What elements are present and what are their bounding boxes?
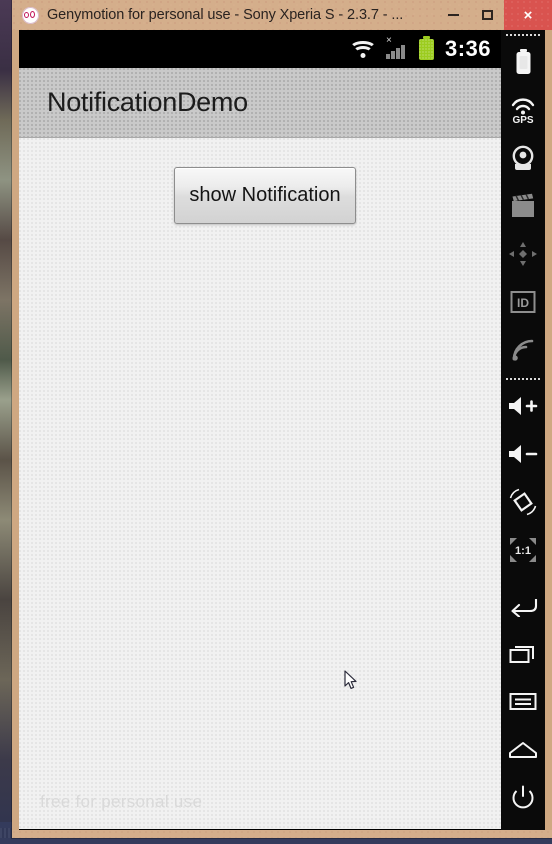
- recent-apps-icon[interactable]: [501, 630, 545, 678]
- svg-text:1:1: 1:1: [515, 545, 531, 557]
- scale-one-to-one-icon[interactable]: 1:1: [501, 526, 545, 574]
- app-action-bar: NotificationDemo: [19, 68, 501, 138]
- identifiers-icon[interactable]: ID: [501, 278, 545, 326]
- window-titlebar[interactable]: Genymotion for personal use - Sony Xperi…: [12, 0, 552, 30]
- menu-icon[interactable]: [501, 678, 545, 726]
- mouse-cursor: [344, 670, 358, 690]
- close-button[interactable]: ×: [504, 0, 552, 30]
- back-navigation-icon[interactable]: [501, 582, 545, 630]
- battery-full-icon: [418, 35, 434, 60]
- genymotion-logo-icon: [22, 6, 39, 24]
- pan-move-icon[interactable]: [501, 230, 545, 278]
- android-status-bar: × 3:36: [19, 30, 501, 68]
- volume-down-icon[interactable]: [501, 430, 545, 478]
- show-notification-button[interactable]: show Notification: [174, 167, 356, 224]
- home-icon[interactable]: [501, 726, 545, 774]
- page-title: NotificationDemo: [47, 87, 248, 117]
- genymotion-watermark: free for personal use: [40, 792, 203, 811]
- emulator-area: × 3:36 NotificationDemo show Notificatio: [19, 30, 545, 830]
- maximize-button[interactable]: [470, 0, 504, 30]
- volume-up-icon[interactable]: [501, 382, 545, 430]
- rotate-screen-icon[interactable]: [501, 478, 545, 526]
- desktop-wallpaper-strip: [0, 0, 12, 844]
- battery-widget-icon[interactable]: [501, 38, 545, 86]
- signal-cross-badge: ×: [385, 35, 392, 46]
- svg-text:ID: ID: [517, 296, 529, 310]
- window-controls: ×: [436, 0, 552, 30]
- wifi-icon: [348, 40, 377, 58]
- signal-no-sim-icon: ×: [385, 35, 408, 59]
- android-screen[interactable]: × 3:36 NotificationDemo show Notificatio: [19, 30, 501, 830]
- toolbar-separator-mid: [506, 378, 540, 380]
- gps-widget-icon[interactable]: GPS: [501, 86, 545, 134]
- video-capture-icon[interactable]: [501, 182, 545, 230]
- genymotion-window: Genymotion for personal use - Sony Xperi…: [12, 0, 552, 838]
- app-content: show Notification free for personal use: [19, 138, 501, 829]
- status-bar-clock: 3:36: [444, 36, 491, 61]
- window-title: Genymotion for personal use - Sony Xperi…: [47, 7, 404, 23]
- minimize-button[interactable]: [436, 0, 470, 30]
- genymotion-toolbar: GPS ID 1:1: [501, 30, 545, 830]
- power-icon[interactable]: [501, 774, 545, 822]
- toolbar-separator-top: [506, 34, 540, 36]
- screenshot-root: Genymotion for personal use - Sony Xperi…: [0, 0, 552, 844]
- window-frame-bottom: [12, 830, 552, 838]
- network-signal-icon[interactable]: [501, 326, 545, 374]
- svg-text:GPS: GPS: [512, 115, 533, 125]
- camera-widget-icon[interactable]: [501, 134, 545, 182]
